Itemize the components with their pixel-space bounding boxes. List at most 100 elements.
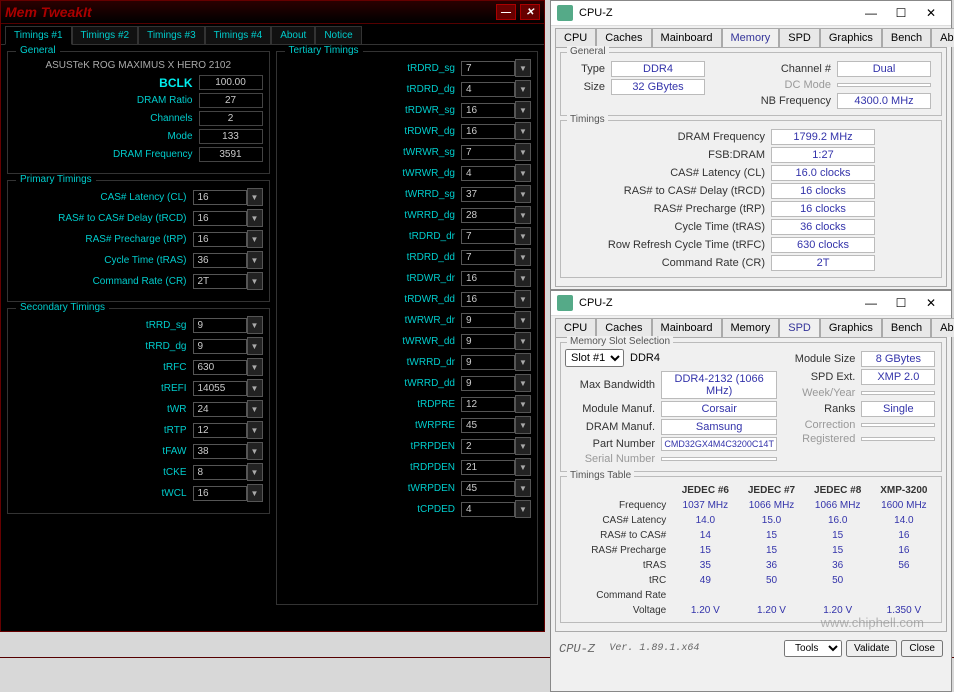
close-button[interactable]: ✕ [917,3,945,23]
ras-to-cas-delay-trcd--select[interactable]: 16▼ [193,209,263,227]
cpuz-titlebar[interactable]: CPU-Z —☐✕ [551,1,951,26]
tab-bench[interactable]: Bench [882,318,931,337]
trdrd-dd-select[interactable]: 7▼ [461,248,531,266]
chevron-down-icon[interactable]: ▼ [247,421,263,439]
chevron-down-icon[interactable]: ▼ [515,437,531,455]
chevron-down-icon[interactable]: ▼ [247,400,263,418]
tfaw-select[interactable]: 38▼ [193,442,263,460]
twrrd-dr-select[interactable]: 9▼ [461,353,531,371]
chevron-down-icon[interactable]: ▼ [515,311,531,329]
chevron-down-icon[interactable]: ▼ [247,442,263,460]
minimize-button[interactable]: — [857,293,885,313]
cas-latency-cl--select[interactable]: 16▼ [193,188,263,206]
tprpden-select[interactable]: 2▼ [461,437,531,455]
tab-memory[interactable]: Memory [722,318,780,337]
close-button[interactable]: ✕ [520,4,540,20]
chevron-down-icon[interactable]: ▼ [515,164,531,182]
tab-about[interactable]: About [931,28,954,47]
trdwr-dg-select[interactable]: 16▼ [461,122,531,140]
memtweakit-titlebar[interactable]: Mem TweakIt — ✕ [1,1,544,24]
trrd-sg-select[interactable]: 9▼ [193,316,263,334]
twrwr-dr-select[interactable]: 9▼ [461,311,531,329]
chevron-down-icon[interactable]: ▼ [247,251,263,269]
chevron-down-icon[interactable]: ▼ [515,395,531,413]
tab-caches[interactable]: Caches [596,28,651,47]
command-rate-cr--select[interactable]: 2T▼ [193,272,263,290]
chevron-down-icon[interactable]: ▼ [515,206,531,224]
trtp-select[interactable]: 12▼ [193,421,263,439]
tab-timings-2[interactable]: Timings #2 [72,26,139,44]
twrpre-select[interactable]: 45▼ [461,416,531,434]
chevron-down-icon[interactable]: ▼ [247,379,263,397]
chevron-down-icon[interactable]: ▼ [515,122,531,140]
chevron-down-icon[interactable]: ▼ [247,358,263,376]
trdrd-sg-select[interactable]: 7▼ [461,59,531,77]
trdrd-dg-select[interactable]: 4▼ [461,80,531,98]
chevron-down-icon[interactable]: ▼ [247,463,263,481]
slot-select[interactable]: Slot #1 [565,349,624,367]
cycle-time-tras--select[interactable]: 36▼ [193,251,263,269]
chevron-down-icon[interactable]: ▼ [515,332,531,350]
twrwr-sg-select[interactable]: 7▼ [461,143,531,161]
twrrd-dg-select[interactable]: 28▼ [461,206,531,224]
close-button[interactable]: Close [901,640,943,657]
tab-timings-1[interactable]: Timings #1 [5,26,72,45]
chevron-down-icon[interactable]: ▼ [247,316,263,334]
chevron-down-icon[interactable]: ▼ [515,500,531,518]
tab-about[interactable]: About [271,26,315,44]
trdpre-select[interactable]: 12▼ [461,395,531,413]
chevron-down-icon[interactable]: ▼ [515,416,531,434]
chevron-down-icon[interactable]: ▼ [247,337,263,355]
chevron-down-icon[interactable]: ▼ [515,458,531,476]
minimize-button[interactable]: — [496,4,516,20]
trdpden-select[interactable]: 21▼ [461,458,531,476]
twrrd-dd-select[interactable]: 9▼ [461,374,531,392]
tab-memory[interactable]: Memory [722,28,780,47]
chevron-down-icon[interactable]: ▼ [247,230,263,248]
maximize-button[interactable]: ☐ [887,3,915,23]
chevron-down-icon[interactable]: ▼ [247,272,263,290]
close-button[interactable]: ✕ [917,293,945,313]
tools-dropdown[interactable]: Tools [784,640,842,657]
trefi-select[interactable]: 14055▼ [193,379,263,397]
tab-notice[interactable]: Notice [315,26,361,44]
minimize-button[interactable]: — [857,3,885,23]
tab-timings-4[interactable]: Timings #4 [205,26,272,44]
twrwr-dd-select[interactable]: 9▼ [461,332,531,350]
tab-graphics[interactable]: Graphics [820,28,882,47]
chevron-down-icon[interactable]: ▼ [515,374,531,392]
twcl-select[interactable]: 16▼ [193,484,263,502]
chevron-down-icon[interactable]: ▼ [515,269,531,287]
chevron-down-icon[interactable]: ▼ [515,101,531,119]
tcke-select[interactable]: 8▼ [193,463,263,481]
trdwr-dd-select[interactable]: 16▼ [461,290,531,308]
trdwr-dr-select[interactable]: 16▼ [461,269,531,287]
chevron-down-icon[interactable]: ▼ [515,227,531,245]
tab-cpu[interactable]: CPU [555,318,596,337]
cpuz-titlebar[interactable]: CPU-Z —☐✕ [551,291,951,316]
trdwr-sg-select[interactable]: 16▼ [461,101,531,119]
maximize-button[interactable]: ☐ [887,293,915,313]
tab-spd[interactable]: SPD [779,318,820,337]
trfc-select[interactable]: 630▼ [193,358,263,376]
chevron-down-icon[interactable]: ▼ [247,484,263,502]
tab-bench[interactable]: Bench [882,28,931,47]
twrrd-sg-select[interactable]: 37▼ [461,185,531,203]
twrwr-dg-select[interactable]: 4▼ [461,164,531,182]
tab-timings-3[interactable]: Timings #3 [138,26,205,44]
tab-caches[interactable]: Caches [596,318,651,337]
tab-graphics[interactable]: Graphics [820,318,882,337]
tcpded-select[interactable]: 4▼ [461,500,531,518]
chevron-down-icon[interactable]: ▼ [247,188,263,206]
validate-button[interactable]: Validate [846,640,897,657]
trrd-dg-select[interactable]: 9▼ [193,337,263,355]
chevron-down-icon[interactable]: ▼ [515,248,531,266]
chevron-down-icon[interactable]: ▼ [515,479,531,497]
twr-select[interactable]: 24▼ [193,400,263,418]
chevron-down-icon[interactable]: ▼ [515,353,531,371]
trdrd-dr-select[interactable]: 7▼ [461,227,531,245]
chevron-down-icon[interactable]: ▼ [515,59,531,77]
chevron-down-icon[interactable]: ▼ [247,209,263,227]
tab-mainboard[interactable]: Mainboard [652,28,722,47]
tab-mainboard[interactable]: Mainboard [652,318,722,337]
